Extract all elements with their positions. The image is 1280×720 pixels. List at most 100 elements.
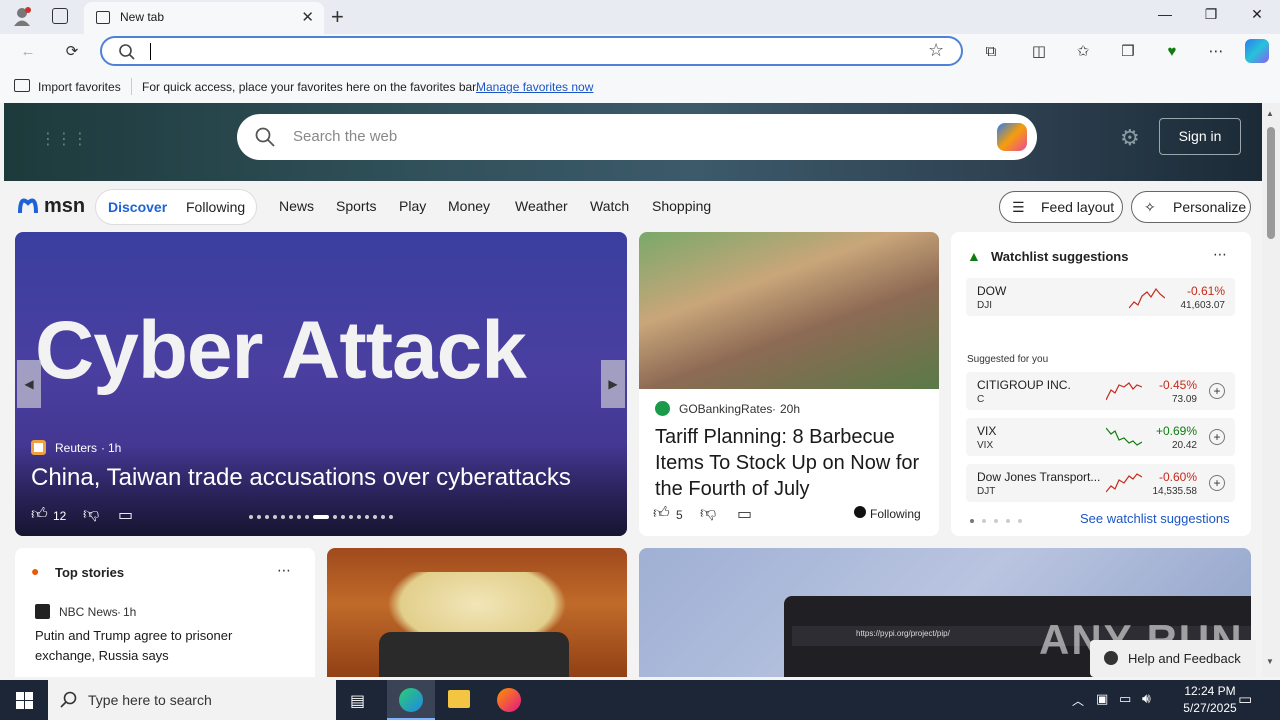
more-options-icon[interactable]: ⋯ (1206, 42, 1226, 62)
personalize-label: Personalize (1173, 199, 1247, 215)
favorites-bar: Import favorites For quick access, place… (0, 70, 1280, 103)
tab-following[interactable]: Following (186, 199, 245, 215)
close-window-icon[interactable]: ✕ (1242, 6, 1272, 23)
new-tab-page-icon (96, 11, 110, 24)
stock-change: -0.61% (1186, 284, 1225, 298)
tab-new-tab[interactable]: New tab ✕ (84, 2, 324, 34)
nav-shopping[interactable]: Shopping (652, 198, 711, 214)
stock-row-dow[interactable]: DOW DJI -0.61% 41,603.07 (966, 278, 1235, 316)
tray-chevron-icon[interactable]: ︿ (1072, 692, 1084, 709)
tray-device-icon[interactable]: ▣ (1096, 691, 1108, 707)
restore-icon[interactable]: ❐ (1196, 6, 1226, 23)
story2-headline[interactable]: Tariff Planning: 8 Barbecue Items To Sto… (655, 424, 925, 502)
stock-change: -0.45% (1158, 378, 1197, 392)
story2-following[interactable]: Following (870, 507, 921, 521)
import-favorites-button[interactable]: Import favorites (38, 80, 121, 94)
add-to-watchlist-button[interactable]: + (1209, 429, 1225, 445)
task-view-icon[interactable]: ▤ (350, 691, 365, 711)
like-icon[interactable]: 👍︎ (31, 505, 48, 524)
hero-story-card[interactable]: Cyber Attack ◀ ▶ Reuters · 1h China, Tai… (15, 232, 627, 536)
reuters-logo-icon (31, 440, 46, 455)
like-icon[interactable]: 👍︎ (653, 504, 670, 523)
collections-icon[interactable]: ❒ (1118, 42, 1138, 62)
nav-money[interactable]: Money (448, 198, 490, 214)
favorites-icon[interactable]: ✩ (1073, 42, 1093, 62)
new-tab-icon[interactable]: + (331, 4, 344, 30)
scroll-down-icon[interactable]: ▼ (1266, 657, 1274, 666)
app-launcher-icon[interactable]: ⋮⋮⋮ (40, 129, 88, 149)
edge-taskbar-icon[interactable] (387, 680, 435, 720)
file-explorer-icon[interactable] (448, 690, 470, 708)
personalize-button[interactable]: ✧ Personalize (1131, 191, 1251, 223)
nav-weather[interactable]: Weather (515, 198, 568, 214)
msn-logo-text[interactable]: msn (44, 195, 85, 218)
hero-source: Reuters (55, 441, 98, 455)
dislike-icon[interactable]: 👎︎ (83, 505, 99, 524)
tab-discover[interactable]: Discover (108, 199, 167, 215)
comment-icon[interactable]: ▭ (737, 504, 752, 524)
stock-name: CITIGROUP INC. (977, 378, 1071, 392)
nav-watch[interactable]: Watch (590, 198, 629, 214)
powder-jar (379, 632, 569, 677)
network-icon[interactable]: ▭ (1119, 691, 1131, 707)
profile-icon[interactable] (12, 6, 32, 26)
copilot-icon[interactable] (1245, 39, 1269, 63)
minimize-icon[interactable]: — (1150, 6, 1180, 22)
dislike-icon[interactable]: 👎︎ (700, 504, 716, 523)
taskbar-search[interactable]: Type here to search (48, 680, 336, 720)
import-favorites-icon (14, 79, 30, 92)
laptop-url: https://pypi.org/project/pip/ (856, 629, 950, 638)
stock-name: Dow Jones Transport... (977, 470, 1101, 484)
add-to-watchlist-button[interactable]: + (1209, 475, 1225, 491)
volume-icon[interactable]: 🔊︎ (1142, 690, 1151, 707)
refresh-icon[interactable]: ⟳ (62, 42, 82, 62)
web-search-box[interactable]: Search the web (237, 114, 1037, 160)
favorite-star-icon[interactable]: ☆ (928, 40, 944, 61)
address-bar[interactable]: ☆ (100, 36, 963, 66)
close-tab-icon[interactable]: ✕ (301, 8, 314, 26)
extensions-icon[interactable]: ⧉ (981, 42, 1001, 62)
stock-row-citigroup[interactable]: CITIGROUP INC. C -0.45% 73.09 + (966, 372, 1235, 410)
stock-value: 14,535.58 (1152, 486, 1198, 497)
nav-play[interactable]: Play (399, 198, 426, 214)
watchlist-dots[interactable] (970, 519, 1030, 525)
back-icon[interactable]: ← (18, 42, 38, 62)
nav-news[interactable]: News (279, 198, 314, 214)
watchlist-more-icon[interactable]: ⋯ (1213, 246, 1227, 263)
text-caret (150, 43, 151, 60)
carousel-prev-button[interactable]: ◀ (17, 360, 41, 408)
hero-headline[interactable]: China, Taiwan trade accusations over cyb… (31, 464, 571, 492)
top-stories-more-icon[interactable]: ⋯ (277, 562, 291, 579)
stock-row-djt[interactable]: Dow Jones Transport... DJT -0.60% 14,535… (966, 464, 1235, 502)
browser-essentials-icon[interactable]: ♥ (1162, 42, 1182, 62)
firefox-icon[interactable] (497, 688, 521, 712)
copilot-icon[interactable] (997, 123, 1027, 151)
scrollbar-thumb[interactable] (1267, 127, 1275, 239)
msn-logo-icon[interactable] (17, 193, 39, 222)
carousel-next-button[interactable]: ▶ (601, 360, 625, 408)
page-scrollbar[interactable]: ▲ ▼ (1262, 103, 1280, 677)
top-story-headline[interactable]: Putin and Trump agree to prisoner exchan… (35, 626, 285, 666)
carousel-dots[interactable] (249, 515, 409, 521)
see-watchlist-link[interactable]: See watchlist suggestions (1080, 511, 1230, 526)
stock-name: DOW (977, 284, 1007, 298)
powder-story-card[interactable] (327, 548, 627, 677)
hero-banner: ⋮⋮⋮ Search the web ⚙ Sign in (4, 103, 1262, 181)
comment-icon[interactable]: ▭ (118, 505, 133, 525)
notifications-icon[interactable]: ▭ (1238, 690, 1252, 708)
feed-layout-button[interactable]: ☰ Feed layout (999, 191, 1123, 223)
stock-row-vix[interactable]: VIX VIX +0.69% 20.42 + (966, 418, 1235, 456)
manage-favorites-link[interactable]: Manage favorites now (476, 80, 593, 94)
scroll-up-icon[interactable]: ▲ (1266, 109, 1274, 118)
split-screen-icon[interactable]: ◫ (1029, 42, 1049, 62)
bbq-story-card[interactable]: GOBankingRates · 20h Tariff Planning: 8 … (639, 232, 939, 536)
windows-start-icon[interactable] (16, 692, 33, 709)
nav-sports[interactable]: Sports (336, 198, 376, 214)
tab-actions-icon[interactable] (52, 8, 68, 24)
help-feedback-button[interactable]: Help and Feedback (1090, 640, 1256, 677)
msn-page: ⋮⋮⋮ Search the web ⚙ Sign in msn Discove… (0, 103, 1262, 677)
settings-gear-icon[interactable]: ⚙ (1120, 125, 1140, 151)
add-to-watchlist-button[interactable]: + (1209, 383, 1225, 399)
sign-in-button[interactable]: Sign in (1159, 118, 1241, 155)
source-separator: · (772, 402, 776, 416)
